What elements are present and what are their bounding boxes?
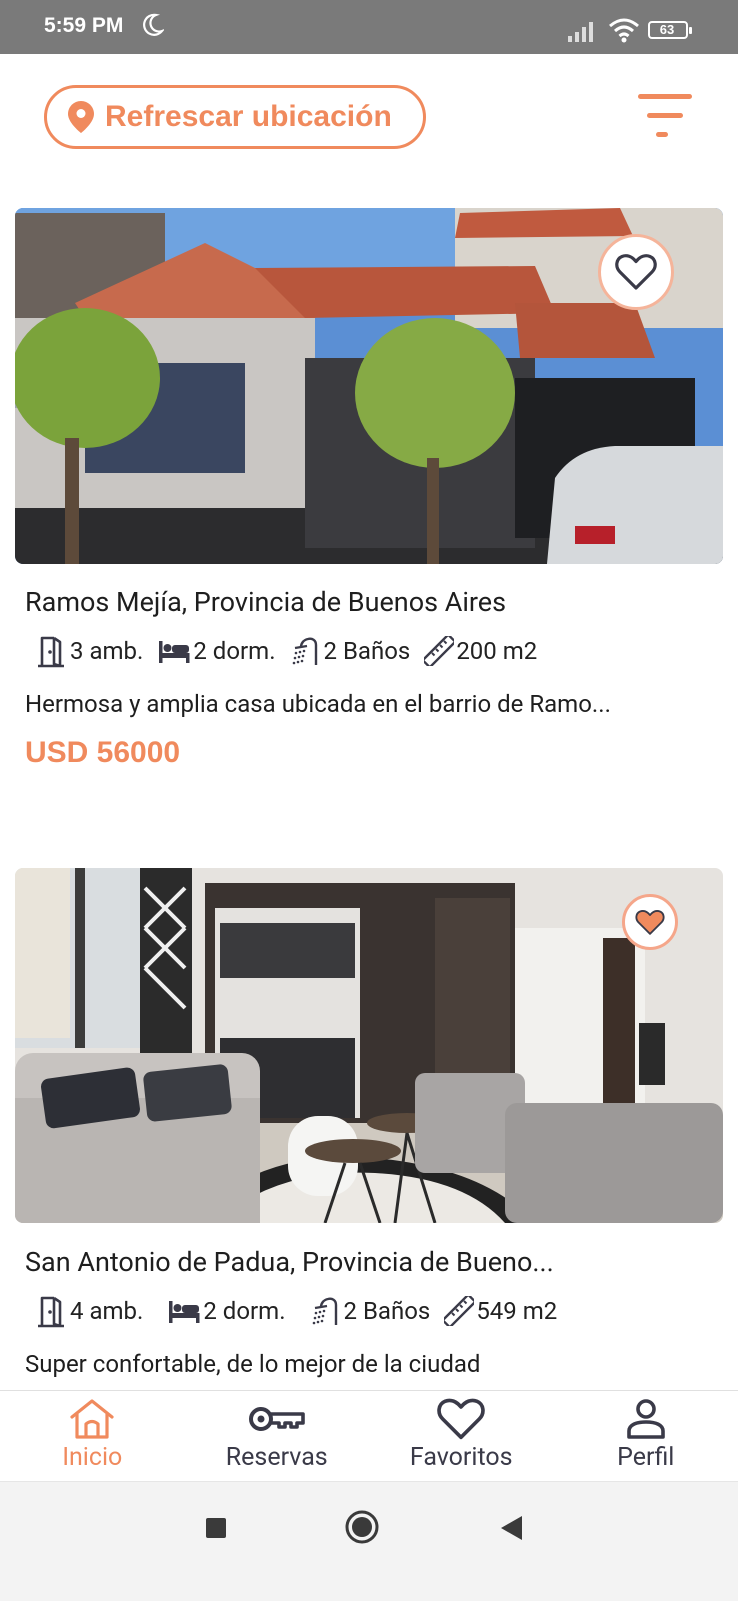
bedrooms-value: 2 dorm.	[193, 637, 275, 665]
feature-area: 200 m2	[424, 636, 537, 666]
ruler-icon	[424, 636, 454, 666]
baths-value: 2 Baños	[344, 1297, 431, 1325]
feature-bedrooms: 2 dorm.	[167, 1297, 285, 1325]
bedrooms-value: 2 dorm.	[203, 1297, 285, 1325]
feature-bedrooms: 2 dorm.	[157, 637, 275, 665]
area-value: 549 m2	[476, 1297, 557, 1325]
location-pin-icon	[67, 100, 95, 134]
feature-baths: 2 Baños	[310, 1295, 431, 1327]
refresh-location-button[interactable]: Refrescar ubicación	[44, 85, 426, 149]
heart-icon	[437, 1397, 485, 1441]
nav-item-favoritos[interactable]: Favoritos	[369, 1391, 554, 1481]
shower-icon	[310, 1295, 342, 1327]
listing-description: Super confortable, de lo mejor de la ciu…	[25, 1350, 480, 1378]
listing-title[interactable]: Ramos Mejía, Provincia de Buenos Aires	[25, 586, 506, 618]
bottom-navigation: Inicio Reservas Favoritos Perfil	[0, 1390, 738, 1481]
nav-label-perfil: Perfil	[617, 1443, 674, 1472]
nav-label-favoritos: Favoritos	[410, 1443, 513, 1472]
feature-rooms: 4 amb.	[34, 1294, 143, 1328]
listing-image-living-room[interactable]	[15, 868, 723, 1223]
listing-description: Hermosa y amplia casa ubicada en el barr…	[25, 690, 611, 718]
bed-icon	[167, 1297, 201, 1325]
door-icon	[34, 634, 68, 668]
nav-item-perfil[interactable]: Perfil	[554, 1391, 738, 1481]
battery-level: 63	[650, 22, 684, 37]
feature-rooms: 3 amb.	[34, 634, 143, 668]
rooms-value: 3 amb.	[70, 637, 143, 665]
rooms-value: 4 amb.	[70, 1297, 143, 1325]
person-icon	[624, 1397, 668, 1441]
ruler-icon	[444, 1296, 474, 1326]
nav-item-inicio[interactable]: Inicio	[0, 1391, 185, 1481]
home-circle-icon[interactable]	[344, 1509, 380, 1545]
filter-icon[interactable]	[638, 94, 696, 144]
door-icon	[34, 1294, 68, 1328]
baths-value: 2 Baños	[324, 637, 411, 665]
feature-area: 549 m2	[444, 1296, 557, 1326]
signal-icon	[568, 18, 598, 42]
feature-baths: 2 Baños	[290, 635, 411, 667]
listing-features: 3 amb. 2 dorm. 2 Baños 200 m2	[34, 634, 551, 668]
listing-price: USD 56000	[25, 736, 180, 770]
home-icon	[68, 1397, 116, 1441]
wifi-icon	[608, 17, 640, 43]
nav-label-reservas: Reservas	[226, 1443, 328, 1472]
system-navigation-bar	[0, 1481, 738, 1601]
moon-icon	[142, 13, 164, 37]
favorite-button-1[interactable]	[598, 234, 674, 310]
status-bar: 5:59 PM 63	[0, 0, 738, 54]
bed-icon	[157, 637, 191, 665]
recents-icon[interactable]	[204, 1516, 228, 1540]
key-icon	[247, 1397, 307, 1441]
status-time: 5:59 PM	[44, 14, 123, 38]
favorite-button-2[interactable]	[622, 894, 678, 950]
area-value: 200 m2	[456, 637, 537, 665]
shower-icon	[290, 635, 322, 667]
heart-filled-icon	[635, 909, 665, 936]
back-icon[interactable]	[498, 1514, 524, 1542]
listing-features: 4 amb. 2 dorm. 2 Baños 549 m2	[34, 1294, 571, 1328]
heart-outline-icon	[615, 253, 657, 291]
nav-label-inicio: Inicio	[62, 1443, 122, 1472]
listing-title[interactable]: San Antonio de Padua, Provincia de Bueno…	[25, 1246, 554, 1278]
refresh-location-label: Refrescar ubicación	[105, 100, 392, 134]
nav-item-reservas[interactable]: Reservas	[185, 1391, 370, 1481]
battery-icon: 63	[648, 21, 688, 39]
